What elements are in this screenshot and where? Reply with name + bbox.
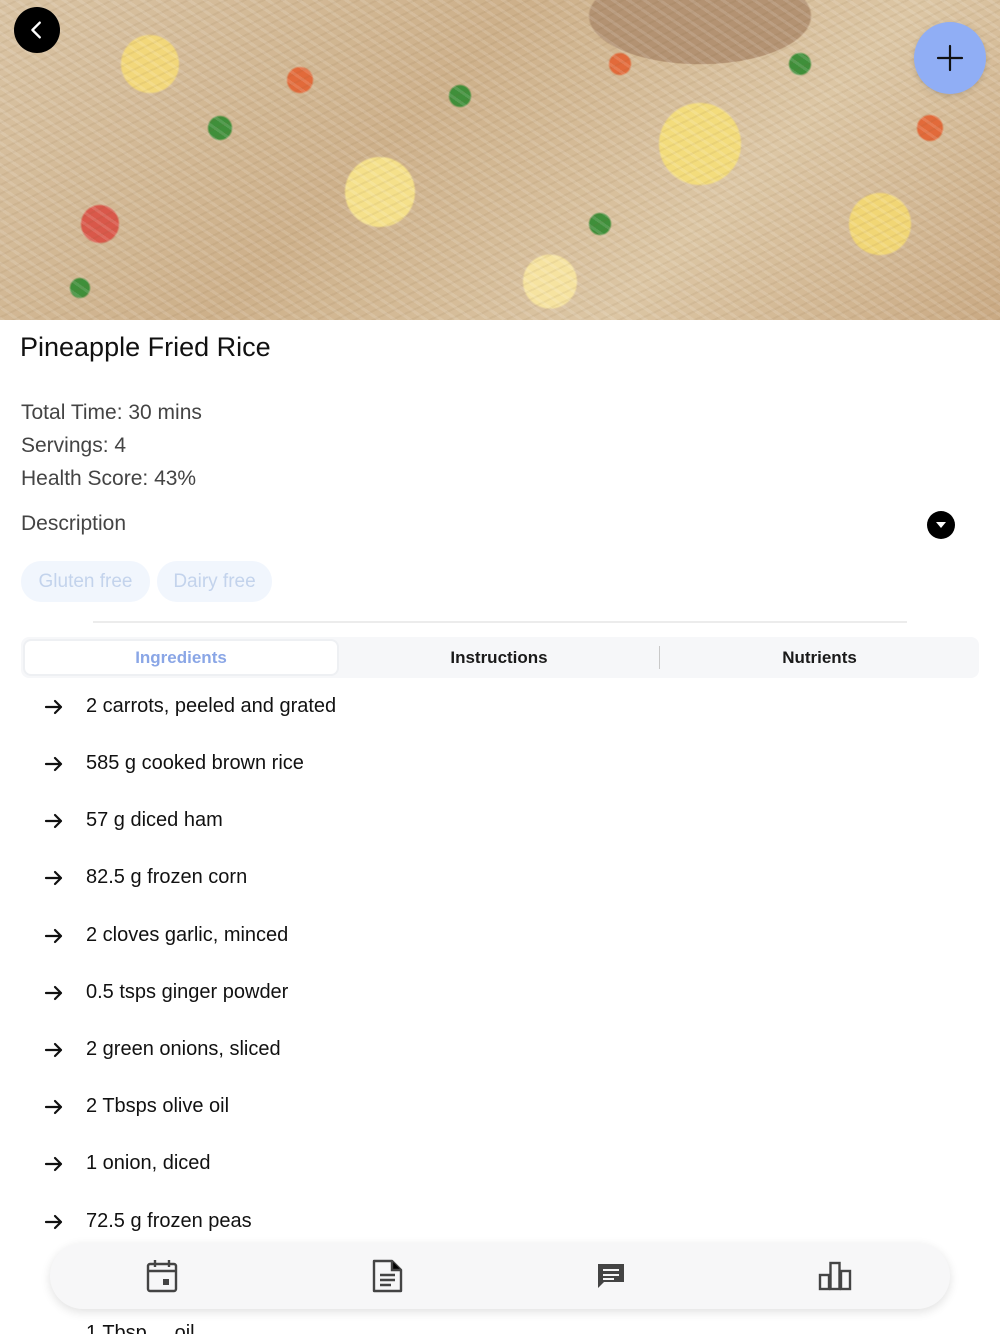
tag-dairy-free: Dairy free (157, 561, 272, 602)
back-button[interactable] (14, 7, 60, 53)
description-toggle-button[interactable] (927, 511, 955, 539)
ingredient-text: 57 g diced ham (86, 809, 223, 831)
arrow-right-icon (44, 1042, 63, 1057)
total-time: Total Time: 30 mins (21, 401, 202, 424)
nav-stats-button[interactable] (818, 1259, 852, 1293)
nav-calendar-button[interactable] (145, 1259, 179, 1293)
ingredient-text: 1 onion, diced (86, 1152, 211, 1174)
recipe-hero-image (0, 0, 1000, 320)
ingredient-text: 0.5 tsps ginger powder (86, 981, 289, 1003)
tag-gluten-free: Gluten free (21, 561, 150, 602)
document-icon (372, 1259, 403, 1293)
ingredient-item: 585 g cooked brown rice (44, 752, 304, 775)
ingredient-item: 0.5 tsps ginger powder (44, 981, 288, 1004)
ingredient-text: 2 Tbsps olive oil (86, 1095, 230, 1117)
add-button[interactable] (914, 22, 986, 94)
tab-instructions[interactable]: Instructions (339, 637, 659, 678)
plus-icon (936, 44, 964, 72)
tab-ingredients[interactable]: Ingredients (23, 639, 339, 676)
arrow-right-icon (44, 1156, 63, 1171)
arrow-right-icon (44, 1099, 63, 1114)
ingredient-item: 57 g diced ham (44, 809, 223, 832)
ingredient-text: 72.5 g frozen peas (86, 1210, 252, 1232)
ingredient-text: 2 cloves garlic, minced (86, 924, 289, 946)
recipe-title: Pineapple Fried Rice (20, 332, 271, 362)
caret-down-icon (936, 522, 946, 528)
ingredient-item: 2 cloves garlic, minced (44, 924, 288, 947)
calendar-icon (146, 1260, 178, 1293)
description-label: Description (21, 512, 127, 535)
ingredient-item: 1 onion, diced (44, 1152, 211, 1175)
chat-icon (598, 1264, 624, 1288)
ingredient-text: 82.5 g frozen corn (86, 866, 248, 888)
chevron-left-icon (31, 21, 41, 39)
nav-chat-button[interactable] (594, 1259, 628, 1293)
tab-nutrients[interactable]: Nutrients (660, 637, 979, 678)
ingredient-text: 585 g cooked brown rice (86, 752, 304, 774)
servings: Servings: 4 (21, 434, 127, 457)
arrow-right-icon (44, 756, 63, 771)
health-score: Health Score: 43% (21, 467, 197, 490)
ingredient-item: 2 carrots, peeled and grated (44, 695, 336, 718)
arrow-right-icon (44, 1214, 63, 1229)
ingredient-item: 2 Tbsps olive oil (44, 1095, 229, 1118)
ingredient-item: 82.5 g frozen corn (44, 866, 247, 889)
ingredient-text: 2 green onions, sliced (86, 1038, 281, 1060)
arrow-right-icon (44, 699, 63, 714)
ingredient-item: 72.5 g frozen peas (44, 1210, 252, 1233)
arrow-right-icon (44, 928, 63, 943)
nav-document-button[interactable] (370, 1259, 404, 1293)
section-divider (93, 621, 907, 623)
ingredient-text: 2 carrots, peeled and grated (86, 695, 337, 717)
arrow-right-icon (44, 985, 63, 1000)
arrow-right-icon (44, 813, 63, 828)
recipe-tabs: Ingredients Instructions Nutrients (21, 637, 979, 678)
ingredient-item: 2 green onions, sliced (44, 1038, 281, 1061)
arrow-right-icon (44, 870, 63, 885)
ingredient-text-partial: 1 Tbsp ... oil (86, 1322, 195, 1334)
bottom-nav (50, 1243, 950, 1309)
bar-chart-icon (818, 1261, 852, 1291)
